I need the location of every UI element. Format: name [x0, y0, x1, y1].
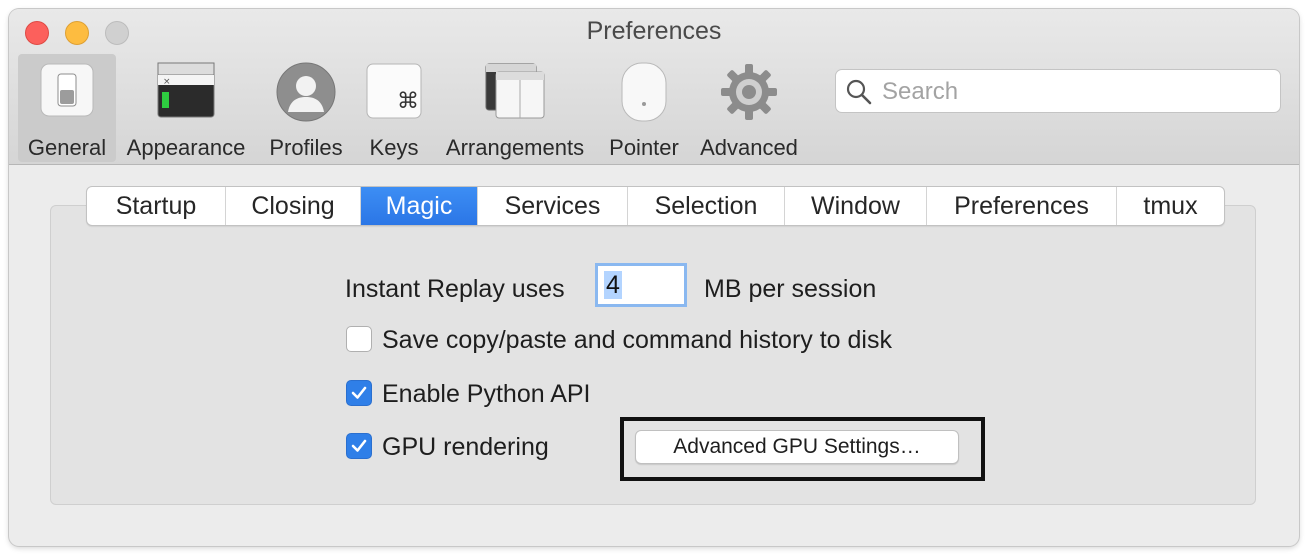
- toolbar-label: General: [27, 135, 107, 160]
- toolbar-keys[interactable]: ⌘ Keys: [359, 54, 429, 162]
- gpu-rendering-label: GPU rendering: [382, 433, 549, 461]
- toolbar-label: Pointer: [609, 135, 679, 160]
- instant-replay-unit: MB per session: [704, 275, 877, 303]
- tab-closing[interactable]: Closing: [226, 187, 361, 225]
- search-input[interactable]: [880, 76, 1264, 108]
- tab-tmux[interactable]: tmux: [1117, 187, 1224, 225]
- checkmark-icon: [351, 386, 367, 399]
- command-key-icon: ⌘: [365, 62, 423, 125]
- gear-icon: [719, 62, 779, 127]
- window-title: Preferences: [586, 17, 722, 45]
- tab-selection[interactable]: Selection: [628, 187, 785, 225]
- toolbar-appearance[interactable]: × Appearance: [121, 54, 251, 162]
- tab-magic[interactable]: Magic: [361, 187, 478, 225]
- toolbar-label: Arrangements: [445, 135, 585, 160]
- toolbar-label: Profiles: [269, 135, 343, 160]
- instant-replay-value: 4: [604, 271, 622, 299]
- tab-services[interactable]: Services: [478, 187, 628, 225]
- arrangements-windows-icon: [484, 62, 546, 125]
- search-icon: [846, 79, 872, 110]
- save-history-checkbox[interactable]: [346, 326, 372, 352]
- search-field[interactable]: [835, 69, 1281, 113]
- profile-person-icon: [276, 62, 336, 127]
- save-history-label: Save copy/paste and command history to d…: [382, 326, 892, 354]
- toolbar-label: Advanced: [700, 135, 798, 160]
- toolbar-label: Appearance: [126, 135, 246, 160]
- tab-window[interactable]: Window: [785, 187, 927, 225]
- tab-preferences[interactable]: Preferences: [927, 187, 1117, 225]
- toolbar-profiles[interactable]: Profiles: [261, 54, 351, 162]
- checkmark-icon: [351, 439, 367, 452]
- toolbar-arrangements[interactable]: Arrangements: [439, 54, 591, 162]
- toolbar-pointer[interactable]: Pointer: [601, 54, 687, 162]
- general-switch-icon: [39, 62, 95, 123]
- gpu-rendering-checkbox[interactable]: [346, 433, 372, 459]
- advanced-gpu-settings-button[interactable]: Advanced GPU Settings…: [635, 430, 959, 464]
- toolbar-advanced[interactable]: Advanced: [695, 54, 803, 162]
- toolbar-label: Keys: [369, 135, 419, 160]
- tab-startup[interactable]: Startup: [87, 187, 226, 225]
- title-bar: Preferences General × Appearance Profile…: [9, 9, 1299, 165]
- mouse-icon: [616, 62, 672, 127]
- toolbar-general[interactable]: General: [18, 54, 116, 162]
- python-api-checkbox[interactable]: [346, 380, 372, 406]
- python-api-label: Enable Python API: [382, 380, 591, 408]
- svg-text:×: ×: [163, 77, 171, 87]
- appearance-window-icon: ×: [157, 62, 215, 123]
- tab-bar: Startup Closing Magic Services Selection…: [86, 186, 1225, 226]
- svg-text:⌘: ⌘: [397, 89, 419, 114]
- instant-replay-field[interactable]: 4: [595, 263, 687, 307]
- preferences-window: Preferences General × Appearance Profile…: [9, 9, 1299, 546]
- instant-replay-label: Instant Replay uses: [345, 275, 565, 303]
